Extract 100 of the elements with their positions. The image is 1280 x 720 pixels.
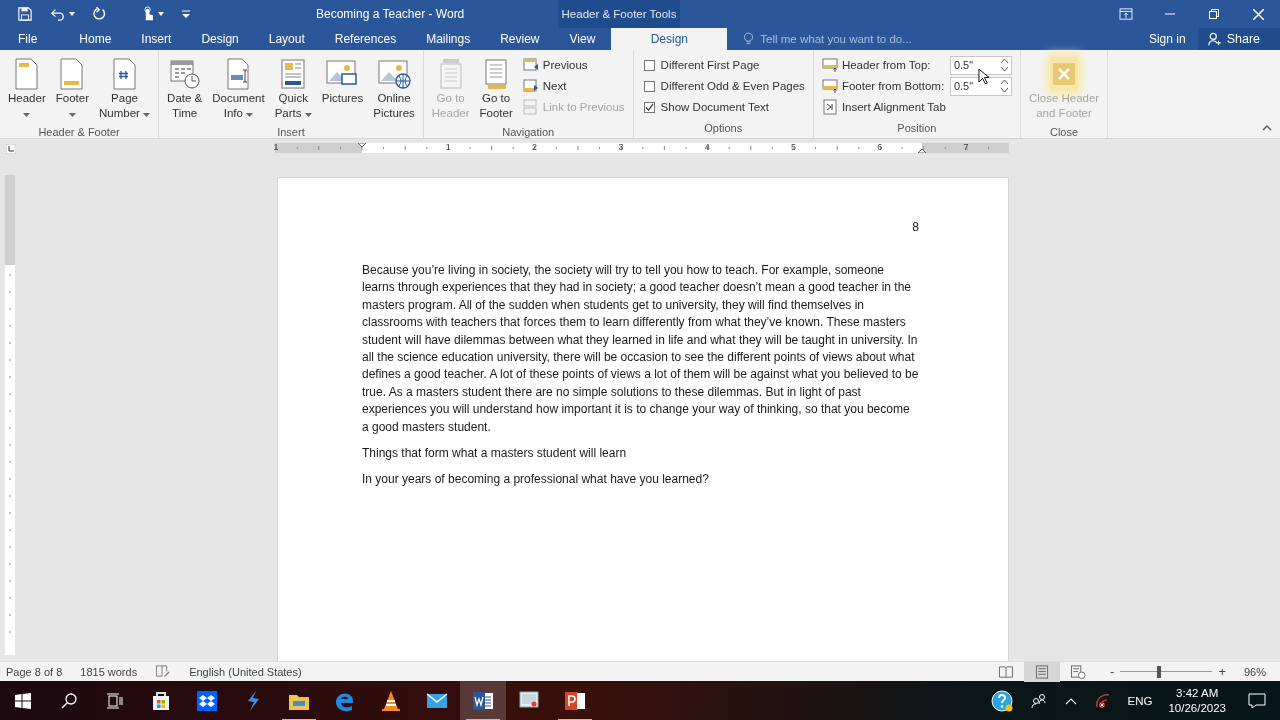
notification-icon <box>1248 693 1266 709</box>
zoom-out-button[interactable]: - <box>1106 664 1119 679</box>
ribbon-button[interactable]: Footer <box>51 54 93 124</box>
window-icon <box>1119 8 1133 20</box>
word-icon <box>471 689 495 713</box>
input-language[interactable]: ENG <box>1119 695 1161 707</box>
ruler-number: 4 <box>704 142 710 152</box>
ruler-number: 2 <box>532 142 538 152</box>
ribbon-button[interactable]: Online Pictures <box>369 54 419 124</box>
ribbon-button[interactable]: Header <box>4 54 50 124</box>
chevron-up-icon <box>1064 697 1077 705</box>
tell-me-field[interactable]: Tell me what you want to do... <box>760 33 1021 45</box>
cone-icon <box>379 689 403 713</box>
proofing-book-icon <box>155 663 172 678</box>
task-view-icon <box>107 693 123 709</box>
ribbon-tab[interactable]: Review <box>486 28 554 50</box>
ribbon-button[interactable]: Next <box>522 77 625 95</box>
ruler-number: 1 <box>445 142 451 152</box>
calendar-clock-icon <box>168 58 201 90</box>
ribbon-tab[interactable]: File <box>0 28 64 50</box>
window-title: Becoming a Teacher - Word <box>316 7 466 21</box>
field-label: Footer from Bottom: <box>841 80 946 92</box>
language-status[interactable]: English (United States) <box>183 665 314 678</box>
save-icon[interactable] <box>16 5 34 23</box>
group-label: Close <box>1048 125 1080 140</box>
zoom-in-button[interactable]: + <box>1214 664 1230 679</box>
group-label: Position <box>896 121 938 136</box>
ribbon-button[interactable]: Quick Parts <box>270 54 316 124</box>
checkbox[interactable] <box>643 59 655 71</box>
floppy-icon <box>18 7 32 21</box>
person-plus-icon <box>1207 32 1222 46</box>
lightbulb-icon <box>743 32 755 46</box>
page-number-icon <box>110 58 139 90</box>
restore-icon <box>1209 9 1219 19</box>
alignment-tab-icon <box>821 99 838 115</box>
group-label: Insert <box>276 125 306 140</box>
tab-stop-icon <box>6 144 16 154</box>
context-title: Header & Footer Tools <box>558 0 680 28</box>
ruler-number: 7 <box>963 142 969 152</box>
zoom-percent[interactable]: 96% <box>1229 665 1280 678</box>
share-button[interactable]: Share <box>1197 28 1280 50</box>
ribbon-tab[interactable]: View <box>555 28 610 50</box>
footer-bottom-icon <box>821 78 838 94</box>
ribbon-button[interactable]: Go to Footer <box>475 54 517 124</box>
ribbon-tab[interactable]: Mailings <box>412 28 485 50</box>
taskbar-app[interactable] <box>460 681 506 720</box>
caret-line-icon <box>182 10 190 18</box>
page-number: 8 <box>911 220 919 234</box>
book-icon <box>998 664 1015 679</box>
next-icon <box>522 78 539 94</box>
ruler-number: 6 <box>877 142 883 152</box>
ribbon-button[interactable]: Date & Time <box>163 54 207 124</box>
group-label: Options <box>703 121 744 136</box>
ribbon-tab[interactable]: Insert <box>127 28 186 50</box>
mouse-cursor-icon <box>978 68 990 86</box>
ribbon-button[interactable]: Insert Alignment Tab <box>821 98 1012 116</box>
group-label: Navigation <box>501 125 556 140</box>
ribbon-tab[interactable]: Home <box>65 28 126 50</box>
checkbox-label: Different First Page <box>660 59 760 71</box>
checkbox-label: Show Document Text <box>660 101 770 113</box>
undo-icon <box>50 7 66 21</box>
page-icon <box>1034 664 1051 679</box>
field-label: Header from Top: <box>841 59 932 71</box>
paragraph: In your years of becoming a professional what have you learned? <box>362 471 710 489</box>
check-icon <box>644 102 654 112</box>
repeat-icon <box>93 7 107 21</box>
picture-globe-icon <box>377 58 412 90</box>
paragraph: Because you’re living in society, the society will try to tell you how to teach. For example, someone learns through experiences that they had in society; a good teacher doesn’t mean a good teacher in the masters program. All of the sudden when students get to university, they will find themselves in classrooms with teachers that forces them to learn differently from what they’ve known. These masters student will have dilemmas between what they learned in life and what they will be taught in university. In all the science education university, there will be occasion to see the different points of views about what defines a good teacher. A lot of these points of views a lot of them will be against what you believed to be true. As a masters student there are no simple solutions to these dilemmas. But in light of past experiences you will understand how important it is to change your way of thinking, so that you become a good masters student. <box>362 262 919 436</box>
people-icon <box>1030 693 1047 709</box>
help-icon <box>990 690 1013 712</box>
ribbon-button[interactable]: Pictures <box>317 54 368 124</box>
customize-icon[interactable] <box>180 8 192 20</box>
chevron-up-icon <box>1262 125 1272 131</box>
clock[interactable]: 3:42 AM 10/26/2023 <box>1160 686 1234 716</box>
checkbox[interactable] <box>643 80 655 92</box>
page-count[interactable]: Page 8 of 8 <box>0 665 75 678</box>
presentation-icon <box>563 689 587 713</box>
ruler-number: 3 <box>618 142 624 152</box>
spin-arrows-icon <box>1000 80 1008 92</box>
link-icon <box>522 99 539 115</box>
ribbon-button[interactable]: Document Info <box>208 54 269 124</box>
ribbon-tab[interactable]: References <box>320 28 411 50</box>
checkbox[interactable] <box>643 101 655 113</box>
hand-icon <box>141 6 155 22</box>
previous-icon <box>522 57 539 73</box>
ribbon-tab[interactable]: Layout <box>254 28 319 50</box>
sign-in-link[interactable]: Sign in <box>1136 28 1198 50</box>
ribbon-tab[interactable]: Design <box>187 28 253 50</box>
spin-arrows-icon <box>1000 59 1008 71</box>
ribbon-button[interactable]: Page Number <box>94 54 155 124</box>
ribbon-button[interactable]: Previous <box>522 56 625 74</box>
slider-thumb[interactable] <box>1157 665 1161 678</box>
spin-field[interactable]: 0.5" <box>949 55 1012 75</box>
close-icon <box>1252 8 1264 20</box>
word-count[interactable]: 1815 words <box>74 665 150 678</box>
spin-field[interactable]: 0.5" <box>949 76 1012 96</box>
ruler-number: 1 <box>273 142 279 152</box>
ribbon-tab[interactable]: Design <box>611 28 728 50</box>
windows-icon <box>15 693 31 709</box>
page-layout-icon <box>279 58 308 90</box>
